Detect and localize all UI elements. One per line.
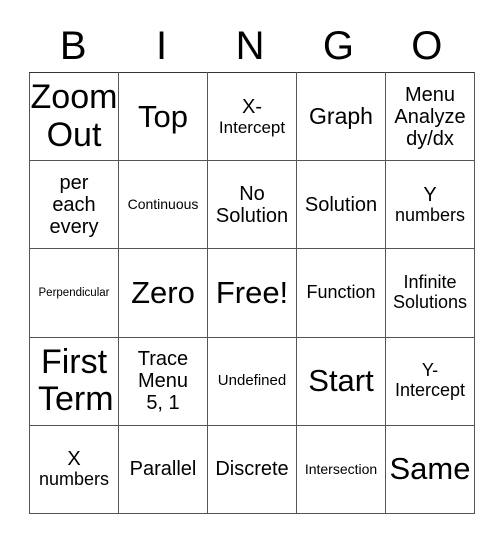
grid-row: Xnumbers Parallel Discrete Intersection …	[29, 424, 475, 515]
bingo-cell[interactable]: Xnumbers	[29, 424, 119, 515]
bingo-cell[interactable]: Undefined	[207, 336, 297, 426]
cell-text: X	[67, 448, 81, 471]
cell-text: numbers	[38, 469, 110, 490]
bingo-grid: Zoom Out Top X- Intercept Graph Menu Anal…	[29, 71, 475, 515]
bingo-cell[interactable]: Zoom Out	[29, 71, 119, 162]
header-letter-b: B	[59, 24, 87, 68]
bingo-cell[interactable]: Y- Intercept	[385, 336, 475, 426]
grid-row: Perpendicular Zero Free! Function Infini…	[29, 248, 475, 338]
bingo-cell[interactable]: Infinite Solutions	[385, 248, 475, 338]
header-letter-i: I	[156, 24, 168, 68]
bingo-cell[interactable]: Menu Analyze dy/dx	[385, 71, 475, 162]
header-letter-g: G	[322, 24, 354, 68]
bingo-cell[interactable]: Solution	[296, 160, 386, 250]
bingo-cell[interactable]: X- Intercept	[207, 71, 297, 162]
grid-row: per each every Continuous No Solution So…	[29, 160, 475, 250]
grid-row: First Term Trace Menu 5, 1 Undefined Sta…	[29, 336, 475, 426]
bingo-cell[interactable]: per each every	[29, 160, 119, 250]
bingo-header: B I N G O	[29, 20, 471, 72]
bingo-cell[interactable]: Same	[385, 424, 475, 515]
cell-text: numbers	[394, 204, 466, 225]
bingo-cell[interactable]: Graph	[296, 71, 386, 162]
cell-text: X-	[242, 95, 262, 118]
bingo-cell[interactable]: Discrete	[207, 424, 297, 515]
cell-text: Y-	[421, 360, 439, 381]
bingo-cell[interactable]: Perpendicular	[29, 248, 119, 338]
bingo-cell[interactable]: Intersection	[296, 424, 386, 515]
free-space-cell[interactable]: Free!	[207, 248, 297, 338]
bingo-cell[interactable]: First Term	[29, 336, 119, 426]
bingo-cell[interactable]: Top	[118, 71, 208, 162]
bingo-cell[interactable]: Ynumbers	[385, 160, 475, 250]
bingo-cell[interactable]: Start	[296, 336, 386, 426]
grid-row: Zoom Out Top X- Intercept Graph Menu Anal…	[29, 71, 475, 162]
header-letter-o: O	[411, 24, 443, 68]
bingo-cell[interactable]: Parallel	[118, 424, 208, 515]
cell-text: Intercept	[218, 117, 286, 137]
bingo-cell[interactable]: Function	[296, 248, 386, 338]
bingo-cell[interactable]: No Solution	[207, 160, 297, 250]
header-letter-n: N	[235, 24, 265, 68]
cell-text: Y	[423, 183, 437, 206]
bingo-cell[interactable]: Trace Menu 5, 1	[118, 336, 208, 426]
cell-text: Intercept	[394, 380, 466, 401]
bingo-cell[interactable]: Zero	[118, 248, 208, 338]
bingo-cell[interactable]: Continuous	[118, 160, 208, 250]
